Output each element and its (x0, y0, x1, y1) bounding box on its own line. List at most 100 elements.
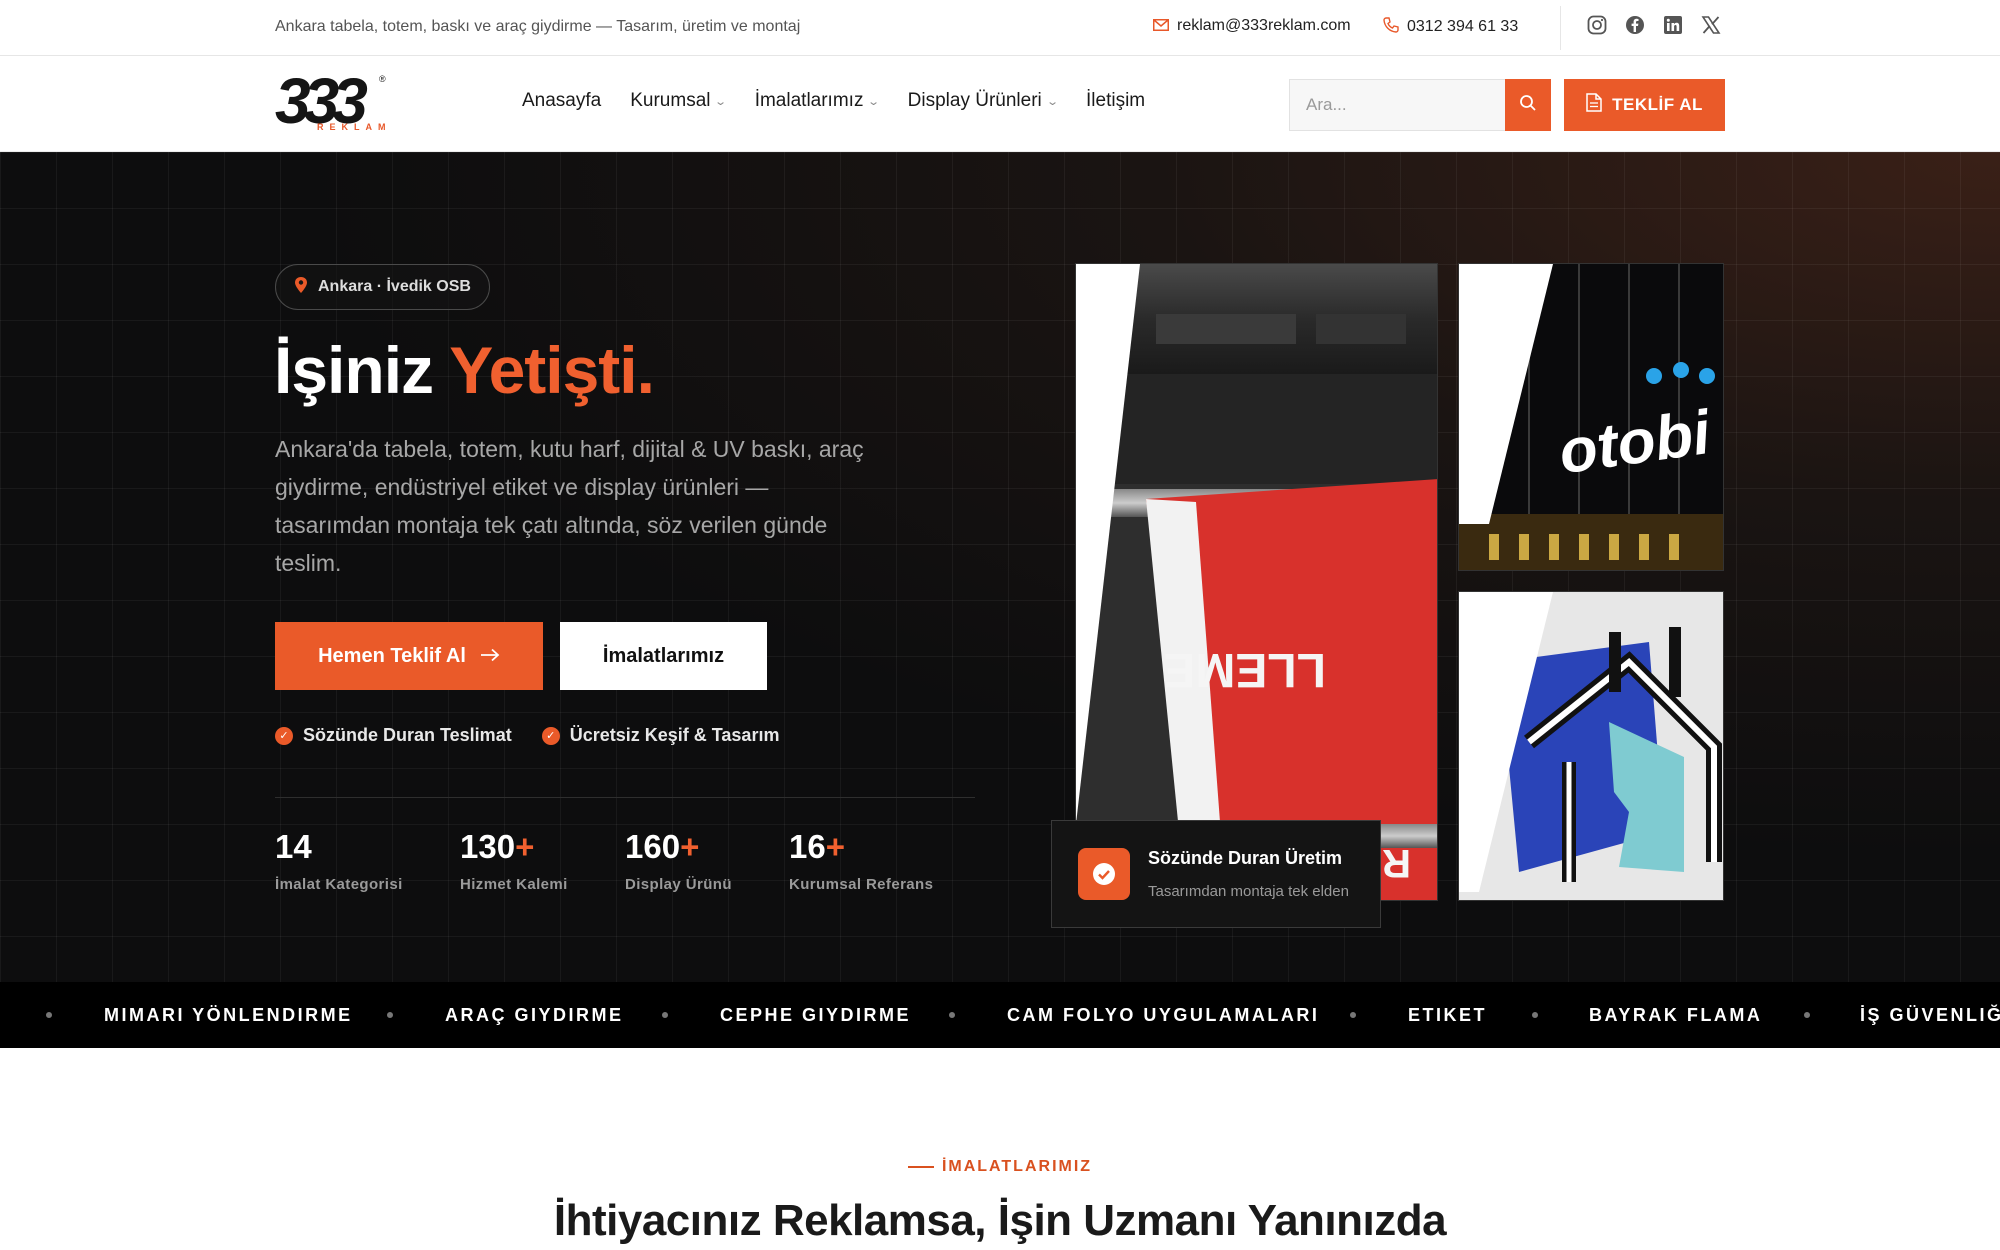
check-icon: ✓ (275, 726, 293, 745)
promise-card-subtitle: Tasarımdan montaja tek elden (1148, 883, 1349, 900)
stat-number: 16 (789, 828, 826, 865)
printer-banner-image: LLEME RI (1075, 263, 1438, 901)
logo-subtext: REKLAM (317, 122, 392, 132)
stat-value: 160+ (625, 828, 732, 866)
marquee-item: CAM FOLYO UYGULAMALARI (1007, 1004, 1320, 1025)
verified-badge-icon (1078, 848, 1130, 900)
marquee-dot (1350, 1012, 1356, 1018)
section-kicker: İMALATLARIMIZ (0, 1158, 2000, 1176)
document-icon (1586, 93, 1602, 117)
marquee-dot (662, 1012, 668, 1018)
phone-icon (1383, 17, 1399, 37)
promise-card-title: Sözünde Duran Üretim (1148, 848, 1343, 868)
section-kicker-text: İMALATLARIMIZ (941, 1158, 1093, 1175)
location-text: Ankara · İvedik OSB (318, 278, 471, 295)
chevron-down-icon: ⌄ (1045, 95, 1059, 108)
marquee-dot (949, 1012, 955, 1018)
marquee-dot (1804, 1012, 1810, 1018)
site-logo[interactable]: 333 ® REKLAM (275, 65, 387, 138)
marquee-item: MIMARI YÖNLENDIRME (104, 1004, 353, 1025)
instagram-icon[interactable] (1586, 14, 1608, 36)
promise-card: Sözünde Duran Üretim Tasarımdan montaja … (1051, 820, 1381, 928)
nav-item-iletisim[interactable]: İletişim (1086, 90, 1145, 112)
house-logo-sign-image (1458, 591, 1724, 901)
stat-number: 14 (275, 828, 312, 865)
main-nav: Anasayfa Kurumsal ⌄ İmalatlarımız ⌄ Displa… (522, 90, 1145, 112)
feature-badges: ✓ Sözünde Duran Teslimat ✓ Ücretsiz Keşi… (275, 725, 779, 746)
linkedin-icon[interactable] (1662, 14, 1684, 36)
feature-badge: ✓ Sözünde Duran Teslimat (275, 725, 512, 746)
nav-item-imalatlarimiz[interactable]: İmalatlarımız ⌄ (754, 90, 881, 112)
facebook-icon[interactable] (1624, 14, 1646, 36)
marquee-item: İŞ GÜVENLIĞI (1860, 1004, 2000, 1025)
hero-lead: Ankara'da tabela, totem, kutu harf, diji… (275, 436, 864, 576)
hero-section: Ankara · İvedik OSB İşiniz Yetişti. Anka… (0, 152, 2000, 982)
stat-value: 130+ (460, 828, 568, 866)
main-header: 333 ® REKLAM Anasayfa Kurumsal ⌄ İmalatla… (0, 56, 2000, 152)
social-links (1586, 14, 1722, 36)
marquee-dot (387, 1012, 393, 1018)
stat-item: 14 İmalat Kategorisi (275, 828, 403, 893)
search-icon (1519, 94, 1537, 117)
hero-title-main: İşiniz (274, 333, 450, 407)
arrow-right-icon (480, 645, 500, 668)
marquee-item: BAYRAK FLAMA (1589, 1004, 1763, 1025)
feature-badge-label: Sözünde Duran Teslimat (303, 725, 512, 745)
feature-badge-label: Ücretsiz Keşif & Tasarım (569, 725, 780, 745)
stat-plus: + (680, 828, 700, 865)
nav-label: Kurumsal (630, 90, 711, 111)
search-button[interactable] (1505, 79, 1551, 131)
map-pin-icon (294, 276, 308, 299)
hero-title-accent: Yetişti. (449, 333, 655, 407)
search-box (1289, 79, 1551, 131)
products-button[interactable]: İmalatlarımız (560, 622, 767, 690)
topbar-tagline: Ankara tabela, totem, baskı ve araç giyd… (275, 18, 801, 35)
nav-item-kurumsal[interactable]: Kurumsal ⌄ (630, 90, 728, 112)
location-badge: Ankara · İvedik OSB (275, 264, 490, 310)
chevron-down-icon: ⌄ (714, 95, 728, 108)
marquee-dot (1532, 1012, 1538, 1018)
stat-plus: + (515, 828, 535, 865)
phone-link[interactable]: 0312 394 61 33 (1383, 17, 1518, 37)
page: Ankara tabela, totem, baskı ve araç giyd… (0, 0, 2000, 1250)
nav-label: Display Ürünleri (907, 90, 1042, 111)
nav-label: İletişim (1086, 90, 1146, 111)
banner-text: LLEME (1163, 643, 1326, 696)
stat-item: 130+ Hizmet Kalemi (460, 828, 568, 893)
stat-plus: + (825, 828, 845, 865)
mail-icon (1153, 18, 1169, 35)
nav-item-anasayfa[interactable]: Anasayfa (522, 90, 601, 112)
marquee-item: CEPHE GIYDIRME (720, 1004, 912, 1025)
section-title: İhtiyacınız Reklamsa, İşin Uzmanı Yanını… (553, 1196, 1447, 1245)
get-quote-button[interactable]: Hemen Teklif Al (275, 622, 543, 690)
hero-title: İşiniz Yetişti. (274, 332, 655, 408)
products-button-label: İmalatlarımız (602, 644, 725, 667)
stat-value: 16+ (789, 828, 933, 866)
check-icon: ✓ (541, 726, 560, 745)
stat-value: 14 (275, 828, 403, 866)
email-text: reklam@333reklam.com (1177, 17, 1351, 34)
nav-item-display-urunleri[interactable]: Display Ürünleri ⌄ (907, 90, 1059, 112)
stat-item: 160+ Display Ürünü (625, 828, 732, 893)
quote-button[interactable]: TEKLİF AL (1564, 79, 1725, 131)
logo-registered-mark: ® (379, 74, 386, 84)
stats-divider (275, 797, 975, 798)
nav-label: Anasayfa (522, 90, 602, 111)
email-link[interactable]: reklam@333reklam.com (1153, 17, 1351, 35)
stat-label: Hizmet Kalemi (460, 876, 568, 893)
marquee-item: ARAÇ GIYDIRME (445, 1004, 624, 1025)
stat-label: Display Ürünü (625, 876, 732, 893)
chevron-down-icon: ⌄ (867, 95, 881, 108)
stat-label: İmalat Kategorisi (275, 876, 403, 893)
search-input[interactable] (1290, 80, 1500, 130)
kicker-line (907, 1165, 934, 1168)
stat-item: 16+ Kurumsal Referans (789, 828, 933, 893)
services-marquee: MIMARI YÖNLENDIRME ARAÇ GIYDIRME CEPHE G… (0, 982, 2000, 1048)
top-bar: Ankara tabela, totem, baskı ve araç giyd… (0, 0, 2000, 56)
stat-number: 160 (625, 828, 681, 865)
x-icon[interactable] (1700, 14, 1722, 36)
topbar-divider (1560, 6, 1561, 50)
marquee-dot (46, 1012, 52, 1018)
stat-number: 130 (460, 828, 516, 865)
nav-label: İmalatlarımız (754, 90, 864, 111)
